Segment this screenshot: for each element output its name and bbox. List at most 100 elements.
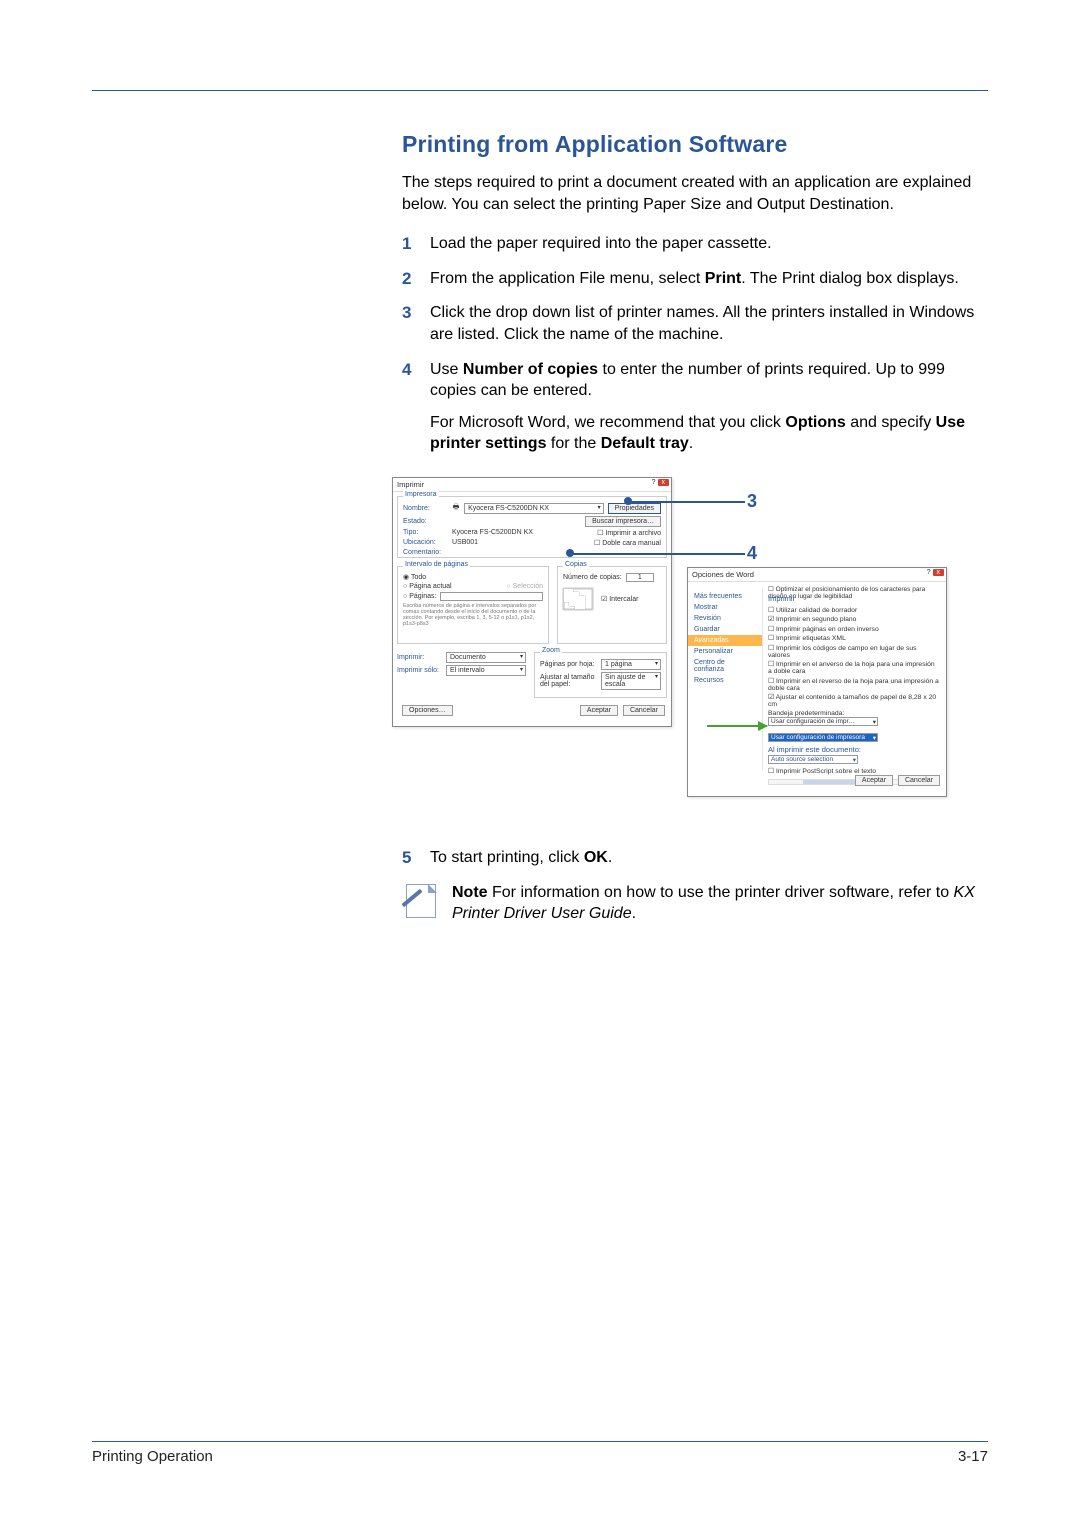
opt-fieldcodes[interactable]: Imprimir los códigos de campo en lugar d… <box>768 644 940 659</box>
copies-group: Copias Número de copias: 1 Intercalar <box>557 566 667 644</box>
footer-right: 3-17 <box>958 1448 988 1465</box>
step-number: 1 <box>402 233 411 256</box>
cancel-button[interactable]: Cancelar <box>623 705 665 716</box>
step-5: 5 To start printing, click OK. <box>402 847 988 869</box>
print-what-value: Documento <box>450 654 486 661</box>
ppp-value: 1 página <box>605 661 632 668</box>
pages-input[interactable] <box>440 592 543 601</box>
ok-button[interactable]: Aceptar <box>855 775 893 786</box>
label-scale: Ajustar al tamaño del papel: <box>540 674 597 688</box>
step-3: 3 Click the drop down list of printer na… <box>402 302 988 345</box>
options-main: Imprimir Utilizar calidad de borrador Im… <box>766 590 942 770</box>
sidebar-item-save[interactable]: Guardar <box>688 624 762 635</box>
sidebar-item-frequent[interactable]: Más frecuentes <box>688 591 762 602</box>
step-number: 5 <box>402 847 411 870</box>
opt-xml[interactable]: Imprimir etiquetas XML <box>768 634 940 642</box>
radio-pages[interactable]: Páginas: <box>403 593 436 600</box>
ok-button[interactable]: Aceptar <box>580 705 618 716</box>
label-print-what: Imprimir: <box>397 654 442 661</box>
step-text-pre: Use <box>430 361 463 378</box>
cancel-button[interactable]: Cancelar <box>898 775 940 786</box>
legend2-text: Al imprimir este documento: <box>768 745 861 754</box>
title-text: Opciones de Word <box>692 570 754 579</box>
callout-4-dot <box>566 549 574 557</box>
print-doc-select[interactable]: Auto source selection <box>768 755 858 764</box>
opt-front-duplex[interactable]: Imprimir en el anverso de la hoja para u… <box>768 660 940 675</box>
step-text-pre: To start printing, click <box>430 849 584 866</box>
group-legend: Intervalo de páginas <box>403 561 470 568</box>
radio-current[interactable]: Página actual <box>403 583 452 590</box>
note-icon <box>402 882 440 920</box>
dialog-buttons: Aceptar Cancelar <box>688 772 946 796</box>
print-to-file-checkbox[interactable]: Imprimir a archivo <box>597 529 661 537</box>
label-comment: Comentario: <box>403 549 448 556</box>
step-text: Click the drop down list of printer name… <box>430 304 974 343</box>
print-doc-legend: Al imprimir este documento: Auto source … <box>768 745 940 764</box>
scale-value: Sin ajuste de escala <box>605 674 645 688</box>
radio-all[interactable]: Todo <box>403 573 426 581</box>
step-4: 4 Use Number of copies to enter the numb… <box>402 359 988 455</box>
collate-checkbox[interactable]: Intercalar <box>601 595 638 603</box>
opt-reverse[interactable]: Imprimir páginas en orden inverso <box>768 625 940 633</box>
print-legend: Imprimir <box>768 594 940 603</box>
step-text-pre: From the application File menu, select <box>430 270 705 287</box>
step-bold: OK <box>584 849 608 866</box>
opt-back-duplex[interactable]: Imprimir en el reverso de la hoja para u… <box>768 677 940 692</box>
opt-draft[interactable]: Utilizar calidad de borrador <box>768 606 940 614</box>
radio-selection: Selección <box>506 583 543 590</box>
step-bold: Print <box>705 270 741 287</box>
label-type: Tipo: <box>403 529 448 536</box>
sidebar-item-resources[interactable]: Recursos <box>688 675 762 686</box>
steps-list-continued: 5 To start printing, click OK. <box>402 847 988 869</box>
scale-select[interactable]: Sin ajuste de escala <box>601 672 661 690</box>
manual-duplex-checkbox[interactable]: Doble cara manual <box>594 539 661 547</box>
footer-left: Printing Operation <box>92 1448 213 1465</box>
options-button[interactable]: Opciones… <box>402 705 453 716</box>
find-printer-button[interactable]: Buscar impresora… <box>585 516 661 527</box>
close-icon[interactable]: x <box>658 479 670 486</box>
green-arrow <box>707 725 767 727</box>
window-controls: ? x <box>927 569 944 576</box>
range-hint: Escriba números de página e intervalos s… <box>403 603 543 627</box>
step-text: Load the paper required into the paper c… <box>430 235 772 252</box>
print-what-select[interactable]: Documento <box>446 652 526 663</box>
label-name: Nombre: <box>403 505 448 512</box>
properties-button[interactable]: Propiedades <box>608 503 661 514</box>
step-number: 4 <box>402 359 411 382</box>
sub-end: . <box>689 435 693 452</box>
window-controls: ? x <box>652 479 669 486</box>
default-tray-row: Bandeja predeterminada: Usar configuraci… <box>768 710 940 726</box>
copies-spinner[interactable]: 1 <box>626 573 654 582</box>
sidebar-item-advanced[interactable]: Avanzadas <box>688 635 762 646</box>
sidebar-item-proofing[interactable]: Revisión <box>688 613 762 624</box>
type-value: Kyocera FS-C5200DN KX <box>452 529 533 536</box>
sidebar-item-display[interactable]: Mostrar <box>688 602 762 613</box>
step-1: 1 Load the paper required into the paper… <box>402 233 988 255</box>
top-rule <box>92 90 988 91</box>
note-text: Note For information on how to use the p… <box>452 882 988 925</box>
label-pages-per-sheet: Páginas por hoja: <box>540 661 597 668</box>
sidebar-item-customize[interactable]: Personalizar <box>688 646 762 657</box>
sub-mid: for the <box>546 435 600 452</box>
step-2: 2 From the application File menu, select… <box>402 268 988 290</box>
page-footer: Printing Operation 3-17 <box>92 1441 988 1465</box>
note-block: Note For information on how to use the p… <box>402 882 988 925</box>
opt-background[interactable]: Imprimir en segundo plano <box>768 615 940 623</box>
default-tray-select[interactable]: Usar configuración de impr… <box>768 717 878 726</box>
opt-fit-a4[interactable]: Ajustar el contenido a tamaños de papel … <box>768 693 940 708</box>
dialog-title: Opciones de Word ? x <box>688 568 946 582</box>
print-dialog: Imprimir ? x Impresora Nombre: 🖶 Kyocera… <box>392 477 672 727</box>
pages-per-sheet-select[interactable]: 1 página <box>601 659 661 670</box>
label-location: Ubicación: <box>403 539 448 546</box>
default-tray-dropdown-open[interactable]: Usar configuración de impresora <box>768 733 878 742</box>
note-body: For information on how to use the printe… <box>488 884 954 901</box>
printer-select[interactable]: Kyocera FS-C5200DN KX <box>464 503 604 514</box>
callout-3-dot <box>624 497 632 505</box>
group-legend: Impresora <box>403 491 439 498</box>
print-only-value: El intervalo <box>450 667 485 674</box>
close-icon[interactable]: x <box>933 569 945 576</box>
sidebar-item-trust[interactable]: Centro de confianza <box>688 657 762 675</box>
print-only-select[interactable]: El intervalo <box>446 665 526 676</box>
sub-mid: and specify <box>846 414 936 431</box>
group-legend: Copias <box>563 561 589 568</box>
